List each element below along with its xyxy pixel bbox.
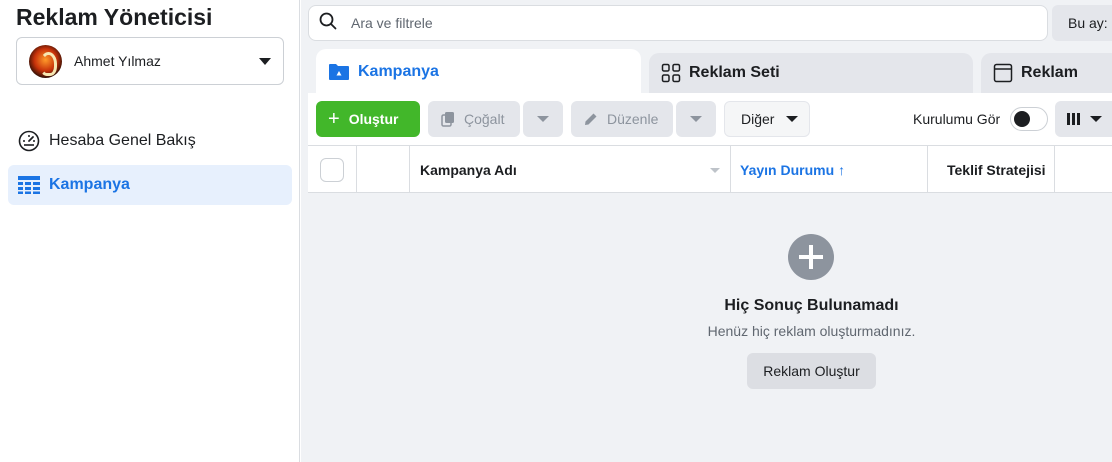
view-setup-toggle[interactable] [1010, 107, 1048, 131]
sidebar-item-label: Kampanya [49, 176, 130, 193]
edit-dropdown-button[interactable] [676, 101, 716, 137]
column-header-bid-strategy[interactable]: Teklif Stratejisi [928, 146, 1055, 193]
avatar [29, 44, 62, 78]
tab-label: Reklam Seti [689, 64, 780, 81]
duplicate-button-label: Çoğalt [464, 111, 505, 127]
plus-circle-icon [788, 234, 834, 280]
plus-icon: + [328, 108, 340, 130]
duplicate-dropdown-button[interactable] [523, 101, 563, 137]
chevron-down-icon [259, 57, 271, 65]
chevron-down-icon [786, 116, 799, 122]
empty-state: Hiç Sonuç Bulunamadı Henüz hiç reklam ol… [308, 193, 1112, 462]
empty-state-title: Hiç Sonuç Bulunamadı [724, 297, 899, 314]
duplicate-button[interactable]: Çoğalt [428, 101, 520, 137]
column-header-label: Teklif Stratejisi [947, 161, 1046, 178]
tab-label: Kampanya [358, 63, 439, 80]
select-all-cell [308, 146, 357, 193]
column-header-campaign-name[interactable]: Kampanya Adı [410, 146, 731, 193]
gauge-icon [18, 130, 40, 152]
chevron-down-icon [690, 116, 702, 122]
create-button[interactable]: + Oluştur [316, 101, 420, 137]
select-all-checkbox[interactable] [320, 157, 344, 182]
search-input[interactable]: Ara ve filtrele [308, 5, 1048, 41]
chevron-down-icon [1090, 116, 1102, 122]
table-header: Kampanya Adı Yayın Durumu ↑ Teklif Strat… [308, 145, 1112, 193]
column-header-delivery-status[interactable]: Yayın Durumu ↑ [731, 146, 928, 193]
tab-ad[interactable]: Reklam [981, 53, 1112, 93]
sidebar-item-campaign[interactable]: Kampanya [8, 165, 292, 205]
tab-campaign[interactable]: Kampanya [316, 49, 641, 95]
more-button-label: Diğer [741, 111, 775, 127]
account-selector[interactable]: Ahmet Yılmaz [16, 37, 284, 85]
column-header-label: Kampanya Adı [420, 161, 517, 178]
view-setup-label: Kurulumu Gör [913, 111, 1001, 127]
tab-ad-set[interactable]: Reklam Seti [649, 53, 973, 93]
account-name: Ahmet Yılmaz [74, 53, 161, 69]
search-placeholder: Ara ve filtrele [351, 15, 433, 31]
copy-icon [440, 111, 456, 127]
edit-button-label: Düzenle [607, 111, 659, 127]
columns-icon [1067, 113, 1080, 125]
grid-icon [661, 63, 681, 83]
toolbar: + Oluştur Çoğalt Düzenle Diğer Kurulumu … [308, 93, 1112, 145]
main-content: Ara ve filtrele Bu ay: Kampanya Reklam S… [301, 0, 1112, 462]
sidebar: Reklam Yöneticisi Ahmet Yılmaz Hesaba Ge… [0, 0, 300, 462]
empty-state-subtitle: Henüz hiç reklam oluşturmadınız. [707, 323, 916, 339]
tab-label: Reklam [1021, 64, 1078, 81]
folder-icon [328, 63, 350, 81]
toggle-column-header [357, 146, 410, 193]
more-button[interactable]: Diğer [724, 101, 810, 137]
search-icon [319, 12, 337, 35]
chevron-down-icon [537, 116, 549, 122]
app-title: Reklam Yöneticisi [16, 4, 213, 30]
date-filter-button[interactable]: Bu ay: [1052, 5, 1112, 41]
pencil-icon [583, 111, 599, 127]
sort-caret-icon [710, 168, 720, 173]
window-icon [993, 63, 1013, 83]
column-header-label: Yayın Durumu [740, 161, 835, 178]
columns-button[interactable] [1055, 101, 1112, 137]
sidebar-item-account-overview[interactable]: Hesaba Genel Bakış [8, 121, 292, 161]
table-icon [18, 176, 40, 194]
sort-arrow-up-icon: ↑ [838, 161, 846, 178]
edit-button[interactable]: Düzenle [571, 101, 673, 137]
create-ad-button[interactable]: Reklam Oluştur [747, 353, 876, 389]
sidebar-item-label: Hesaba Genel Bakış [49, 132, 196, 149]
create-button-label: Oluştur [348, 111, 399, 127]
